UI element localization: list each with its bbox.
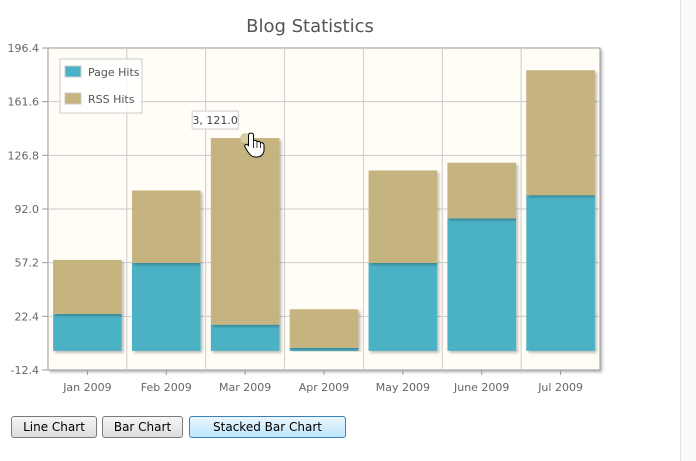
tooltip-text: 3, 121.0: [192, 114, 237, 127]
y-tick-label: -12.4: [11, 364, 39, 377]
x-tick-label: Jan 2009: [62, 381, 111, 394]
bar-page-hits[interactable]: [526, 195, 595, 351]
y-tick-label: 196.4: [8, 42, 40, 55]
x-tick-label: Apr 2009: [299, 381, 350, 394]
bar-rss-hits[interactable]: [289, 309, 359, 348]
legend-swatch: [64, 65, 82, 78]
bar-page-hits[interactable]: [289, 347, 359, 351]
x-tick-label: Feb 2009: [141, 381, 192, 394]
bar-rss-hits[interactable]: [53, 259, 122, 314]
stacked-bar-chart-button[interactable]: Stacked Bar Chart: [189, 416, 346, 438]
bar-rss-hits[interactable]: [131, 190, 201, 263]
y-tick-label: 126.8: [8, 149, 40, 162]
bar-page-hits[interactable]: [447, 218, 517, 351]
bar-page-hits[interactable]: [131, 262, 201, 351]
legend-swatch: [64, 92, 82, 105]
y-tick-label: 57.2: [15, 257, 40, 270]
x-tick-label: May 2009: [376, 381, 430, 394]
legend-label: RSS Hits: [88, 93, 135, 106]
bar-rss-hits[interactable]: [526, 70, 595, 196]
y-tick-label: 161.6: [8, 96, 40, 109]
y-tick-label: 22.4: [15, 310, 40, 323]
bar-chart-button[interactable]: Bar Chart: [102, 416, 183, 438]
vertical-scrollbar[interactable]: [680, 0, 696, 461]
x-tick-label: Jul 2009: [537, 381, 583, 394]
bar-page-hits[interactable]: [368, 262, 438, 351]
bar-rss-hits[interactable]: [368, 170, 438, 263]
legend-label: Page Hits: [88, 66, 140, 79]
bar-page-hits[interactable]: [53, 313, 122, 351]
y-tick-label: 92.0: [15, 203, 40, 216]
x-tick-label: Mar 2009: [219, 381, 271, 394]
chart-canvas[interactable]: 196.4 161.6 126.8 92.0 57.2 22.4 -12.4 Jan 2009…: [0, 0, 620, 405]
bar-page-hits[interactable]: [210, 324, 280, 351]
bar-rss-hits[interactable]: [447, 162, 517, 219]
line-chart-button[interactable]: Line Chart: [11, 416, 97, 438]
legend: Page Hits RSS Hits: [59, 58, 143, 114]
x-tick-label: June 2009: [453, 381, 509, 394]
bar-rss-hits[interactable]: [210, 138, 280, 325]
